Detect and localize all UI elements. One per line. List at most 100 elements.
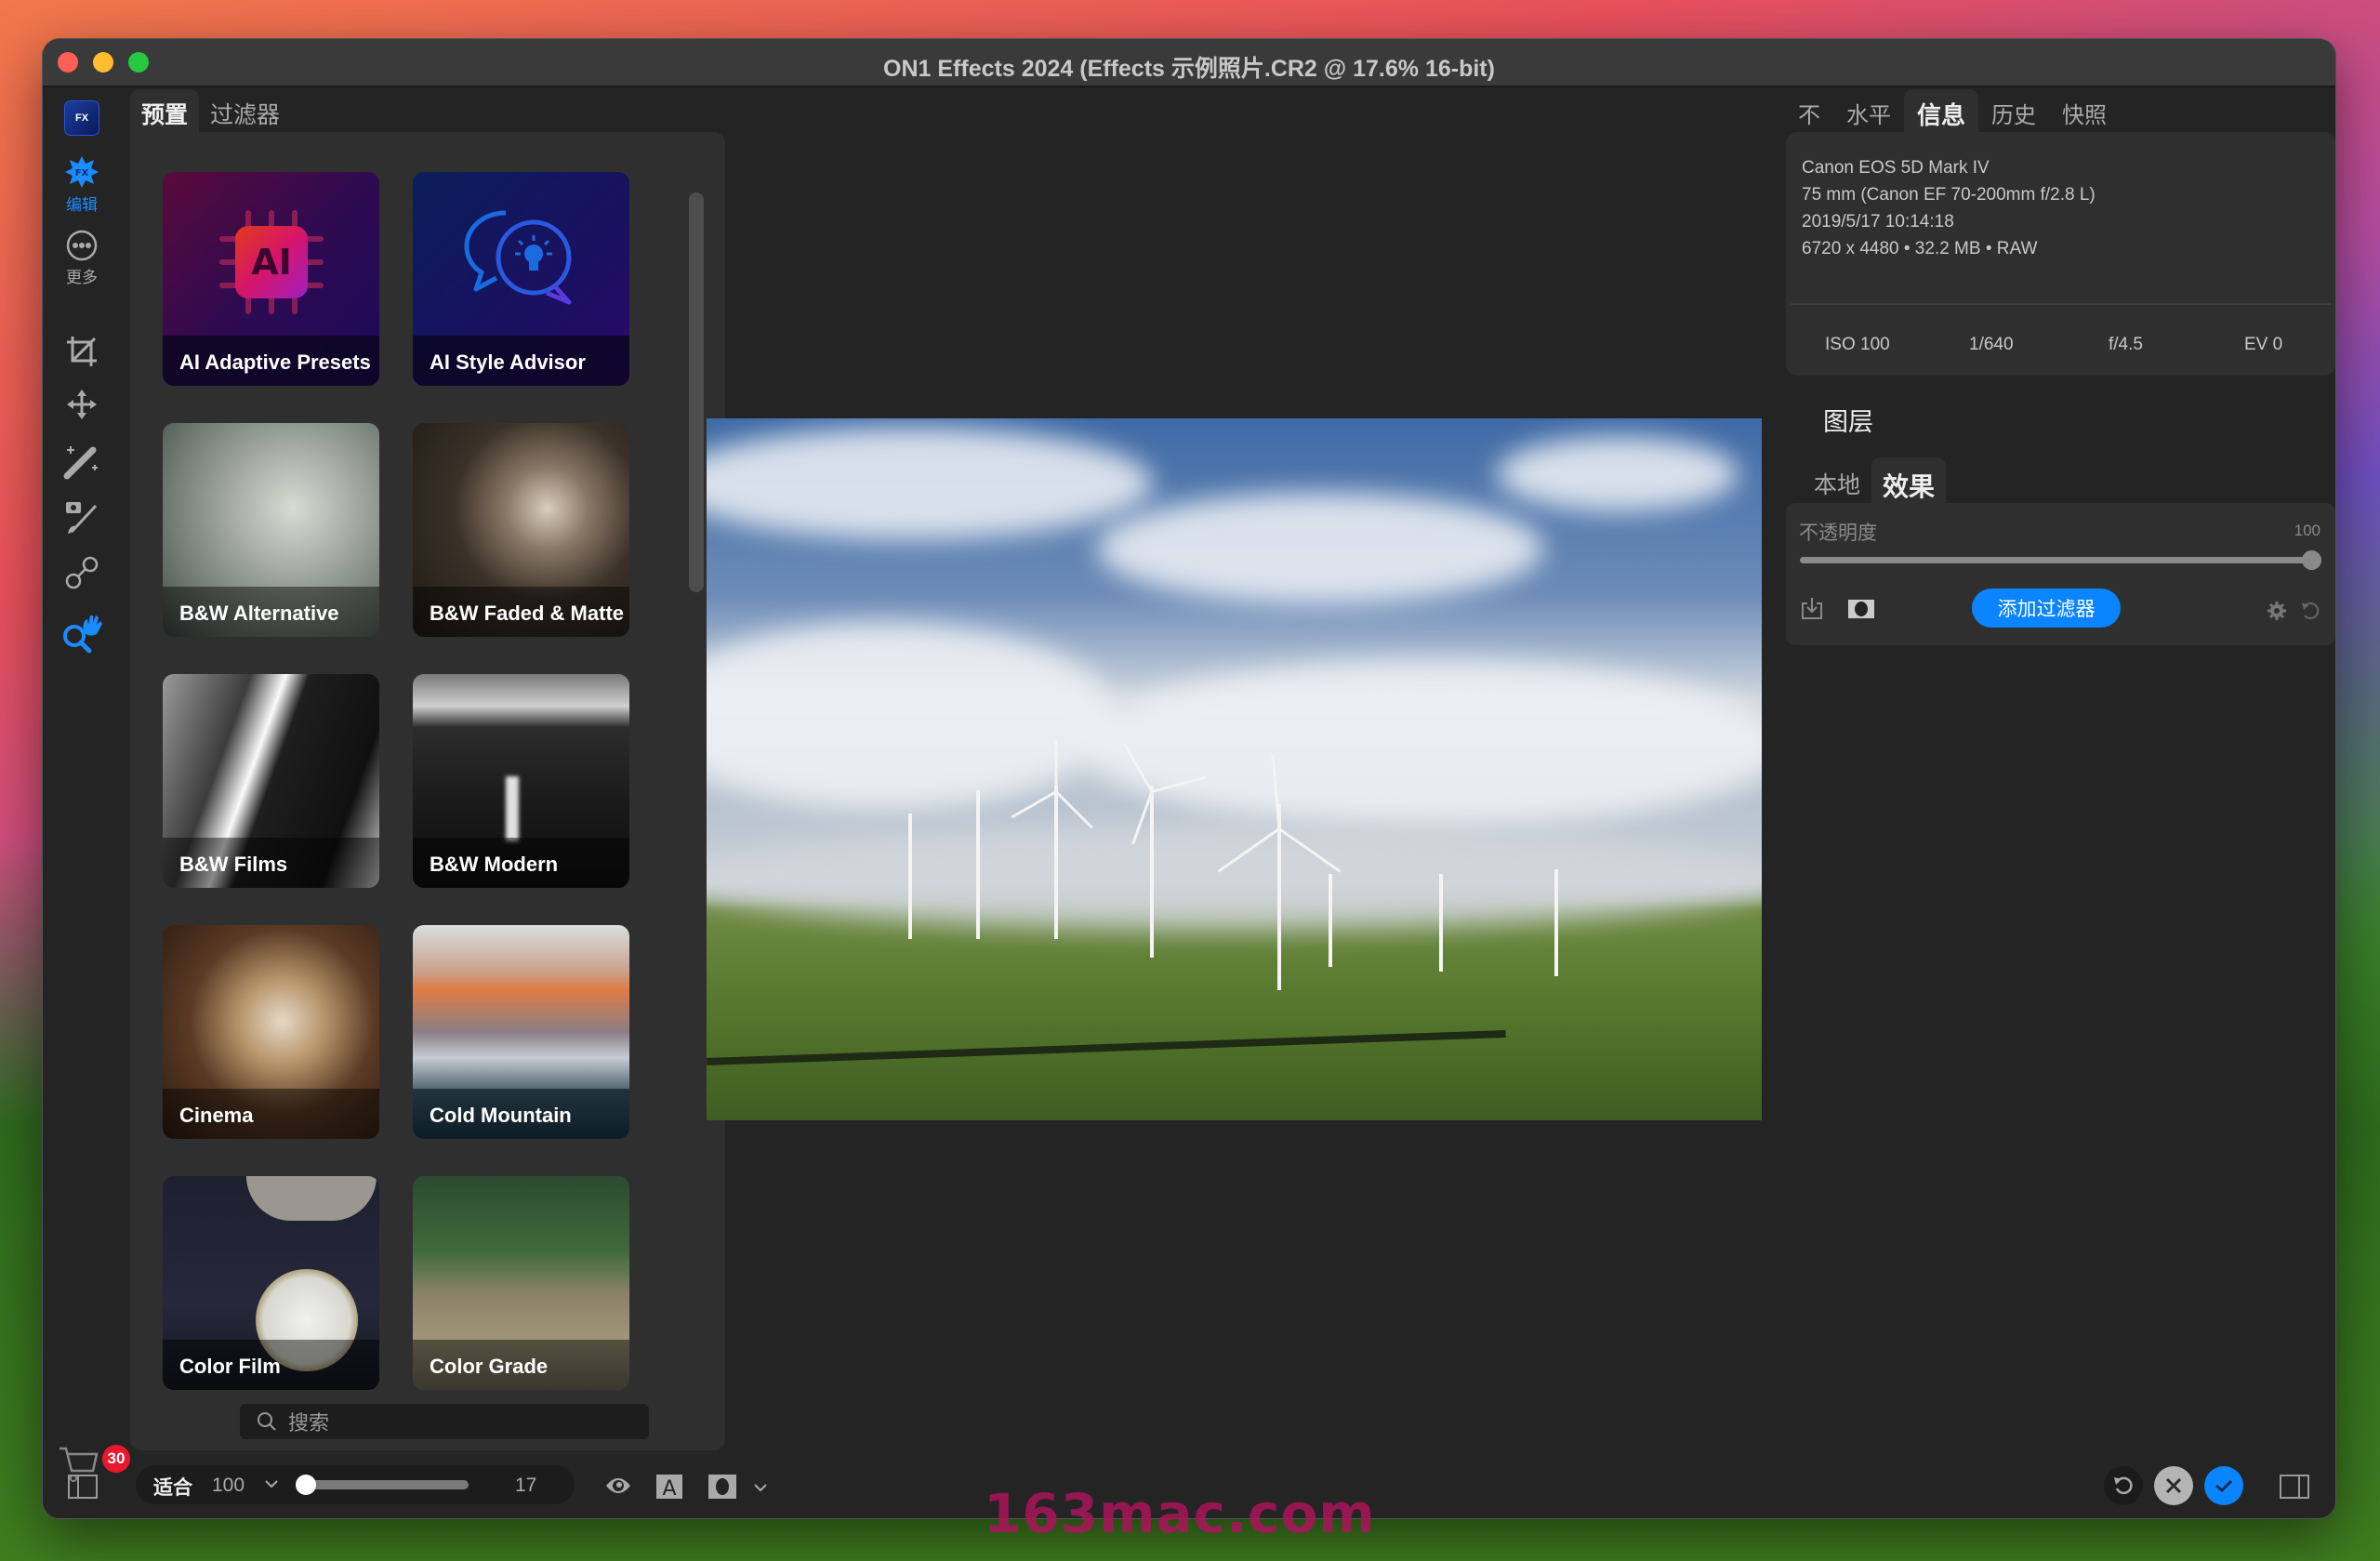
preset-label: AI Style Advisor (413, 336, 629, 386)
tab-info[interactable]: 信息 (1904, 89, 1979, 132)
move-icon (67, 390, 97, 419)
window-title: ON1 Effects 2024 (Effects 示例照片.CR2 @ 17.… (883, 56, 1495, 82)
camera-model: Canon EOS 5D Mark IV (1802, 158, 1990, 178)
text-overlay-icon[interactable]: A (656, 1475, 682, 1499)
preset-tile[interactable]: B&W Modern (413, 674, 629, 888)
preset-tile[interactable]: Cinema (163, 925, 379, 1139)
exif-shutter: 1/640 (1969, 335, 2014, 354)
gear-icon[interactable] (2268, 602, 2286, 620)
zoom-slider[interactable] (296, 1475, 469, 1495)
waterfall-detail (506, 776, 519, 841)
preset-label: Cold Mountain (413, 1089, 629, 1139)
turbine-blade (1054, 740, 1058, 792)
exif-ev: EV 0 (2244, 335, 2283, 354)
opacity-value: 100 (2294, 522, 2320, 539)
turbine-detail (1554, 869, 1558, 976)
cloud-detail (1078, 660, 1762, 827)
app-window: ON1 Effects 2024 (Effects 示例照片.CR2 @ 17.… (43, 39, 2335, 1518)
preset-tile[interactable]: Color Film (163, 1176, 379, 1390)
exif-aperture: f/4.5 (2109, 335, 2143, 354)
undo-icon (2114, 1476, 2133, 1495)
zoom-slider-thumb[interactable] (296, 1475, 316, 1495)
zoom-pan-tool[interactable] (43, 612, 121, 655)
info-divider (1791, 303, 2331, 305)
opacity-label: 不透明度 (1799, 523, 1877, 544)
tab-snapshots[interactable]: 快照 (2049, 89, 2120, 132)
more-icon (66, 230, 98, 261)
checkmark-icon (2215, 1479, 2233, 1493)
capture-datetime: 2019/5/17 10:14:18 (1802, 212, 1954, 232)
rail-item-more[interactable]: 更多 (43, 229, 121, 287)
import-icon[interactable] (1801, 596, 1823, 620)
cloud-detail (1097, 493, 1543, 604)
toggle-right-panel-icon[interactable] (2280, 1475, 2309, 1499)
cancel-button[interactable] (2154, 1466, 2193, 1505)
preset-tabs: 预置 过滤器 (130, 89, 291, 132)
opacity-slider-thumb[interactable] (2302, 550, 2321, 570)
preset-tile[interactable]: AI Style Advisor (413, 172, 629, 386)
cloud-detail (707, 428, 1153, 539)
preset-scrollbar[interactable] (689, 192, 704, 592)
preset-panel: AI AI Adaptive Presets AI Style Advisor … (130, 132, 725, 1450)
effects-layer-card: 不透明度 100 添加过滤器 (1786, 503, 2335, 645)
watermark-text: 163mac.com (984, 1482, 1376, 1545)
add-filter-button[interactable]: 添加过滤器 (1972, 589, 2121, 628)
magic-wand-tool[interactable] (43, 441, 121, 482)
cloud-detail (1497, 437, 1739, 511)
mask-view-icon[interactable] (708, 1475, 736, 1499)
brush-tool[interactable] (43, 498, 121, 536)
turbine-detail (976, 790, 980, 939)
svg-text:A: A (662, 1477, 676, 1499)
retouch-tool[interactable] (43, 554, 121, 591)
rail-label-edit: 编辑 (66, 196, 98, 214)
view-options-chevron-icon[interactable] (753, 1482, 768, 1493)
preset-tile[interactable]: B&W Films (163, 674, 379, 888)
preview-eye-icon[interactable] (604, 1474, 632, 1498)
file-info: 6720 x 4480 • 32.2 MB • RAW (1802, 239, 2038, 258)
turbine-blade (1054, 790, 1093, 829)
right-panel-tabs: 不 水平 信息 历史 快照 (1785, 89, 2120, 132)
preset-tile[interactable]: B&W Faded & Matte (413, 423, 629, 637)
chevron-down-icon[interactable] (264, 1478, 279, 1489)
move-tool[interactable] (43, 389, 121, 420)
tab-presets[interactable]: 预置 (130, 89, 200, 132)
preset-tile[interactable]: Color Grade (413, 1176, 629, 1390)
turbine-detail (1150, 786, 1154, 958)
zoom-value[interactable]: 100 (212, 1475, 245, 1497)
tool-rail: FX FX 编辑 更多 30 (43, 89, 130, 1518)
preset-tile[interactable]: AI AI Adaptive Presets (163, 172, 379, 386)
scale-bowl-detail (246, 1176, 377, 1221)
image-canvas[interactable] (707, 418, 1762, 1120)
search-icon (258, 1412, 276, 1431)
turbine-detail (1439, 874, 1443, 972)
zoom-control: 适合 100 17 (136, 1465, 575, 1504)
preset-tile[interactable]: Cold Mountain (413, 925, 629, 1139)
preset-search-input[interactable]: 搜索 (240, 1404, 649, 1439)
reset-icon[interactable] (2300, 600, 2320, 620)
cart-badge: 30 (102, 1445, 130, 1473)
retouch-icon (65, 556, 99, 589)
opacity-slider[interactable] (1800, 550, 2321, 570)
preset-label: B&W Films (163, 838, 379, 888)
toggle-left-panel-icon[interactable] (68, 1475, 98, 1499)
brush-icon (66, 502, 98, 534)
rail-label-more: 更多 (66, 269, 98, 286)
mask-icon[interactable] (1848, 600, 1874, 618)
layers-title: 图层 (1823, 408, 1873, 436)
preset-tile[interactable]: B&W Alternative (163, 423, 379, 637)
rail-item-edit[interactable]: FX 编辑 (43, 154, 121, 215)
tab-filters[interactable]: 过滤器 (199, 89, 291, 132)
crop-tool[interactable] (43, 333, 121, 370)
preset-label: Color Grade (413, 1340, 629, 1390)
turbine-detail (1329, 874, 1332, 967)
tab-none[interactable]: 不 (1785, 89, 1833, 132)
svg-text:AI: AI (251, 242, 292, 283)
fit-button[interactable]: 适合 (153, 1473, 192, 1501)
apply-button[interactable] (2204, 1466, 2243, 1505)
tab-history[interactable]: 历史 (1978, 89, 2049, 132)
preset-label: B&W Alternative (163, 587, 379, 637)
revert-button[interactable] (2104, 1466, 2143, 1505)
app-logo: FX (43, 100, 121, 136)
tab-levels[interactable]: 水平 (1833, 89, 1904, 132)
info-panel: Canon EOS 5D Mark IV 75 mm (Canon EF 70-… (1786, 132, 2335, 376)
